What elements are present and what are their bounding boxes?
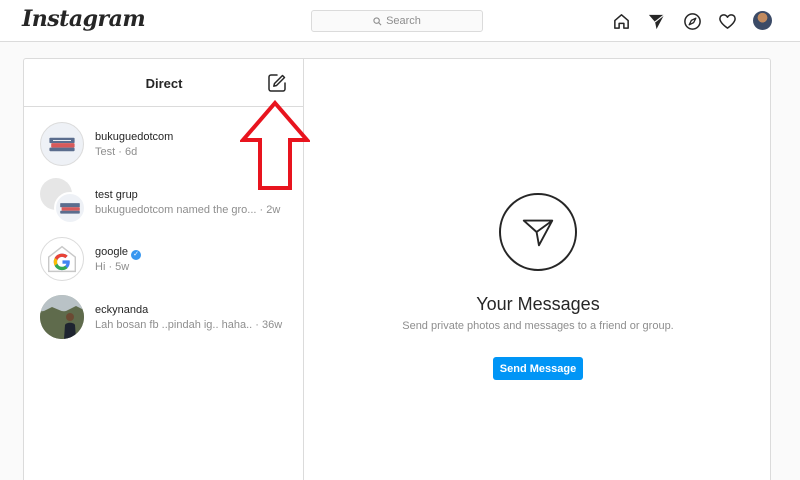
search-icon xyxy=(373,16,382,25)
instagram-logo[interactable]: Instagram xyxy=(22,6,146,32)
group-avatar-member xyxy=(54,192,86,224)
verified-badge-icon: ✓ xyxy=(131,250,142,260)
thread-item-google[interactable]: google ✓ Hi · 5w xyxy=(24,232,304,288)
thread-name: google ✓ xyxy=(95,246,142,260)
direct-inbox-panel: Direct bukuguedotcom Test · 6d test grup… xyxy=(23,58,771,480)
thread-name: test grup xyxy=(95,189,138,201)
thread-preview: Test · 6d xyxy=(95,146,138,158)
home-icon[interactable] xyxy=(611,11,631,31)
empty-state-title: Your Messages xyxy=(476,294,600,314)
thread-preview: Lah bosan fb ..pindah ig.. haha.. · 36w xyxy=(95,319,283,331)
search-placeholder: Search xyxy=(386,15,421,27)
direct-icon[interactable] xyxy=(646,11,666,31)
avatar xyxy=(40,122,84,166)
avatar xyxy=(40,295,84,339)
group-avatar xyxy=(40,178,88,226)
direct-message-icon xyxy=(499,193,577,271)
empty-state-subtitle: Send private photos and messages to a fr… xyxy=(402,320,674,332)
thread-preview: bukuguedotcom named the gro... · 2w xyxy=(95,204,281,216)
top-navigation-bar: Instagram Search xyxy=(0,0,800,42)
thread-item-eckynanda[interactable]: eckynanda Lah bosan fb ..pindah ig.. hah… xyxy=(24,290,304,346)
new-message-button[interactable] xyxy=(267,73,287,93)
search-input[interactable]: Search xyxy=(311,10,483,32)
compose-icon xyxy=(268,74,286,92)
send-message-button[interactable]: Send Message xyxy=(493,357,583,380)
thread-name: eckynanda xyxy=(95,304,149,316)
direct-title: Direct xyxy=(145,76,183,91)
avatar xyxy=(40,237,84,281)
thread-preview: Hi · 5w xyxy=(95,261,130,273)
activity-heart-icon[interactable] xyxy=(717,11,737,31)
annotation-arrow-icon xyxy=(240,100,310,190)
thread-name: bukuguedotcom xyxy=(95,131,174,143)
thread-name-text: google xyxy=(95,246,129,258)
profile-avatar[interactable] xyxy=(753,11,772,30)
explore-icon[interactable] xyxy=(682,11,702,31)
